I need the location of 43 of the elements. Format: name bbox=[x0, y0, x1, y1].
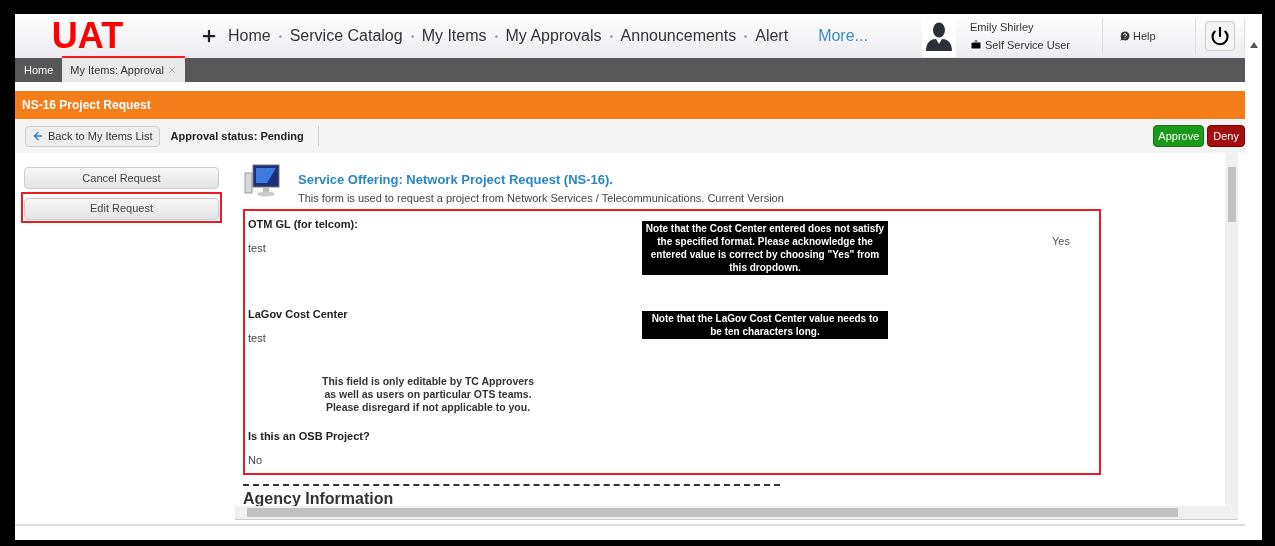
notice-text: This field is only editable by TC Approvers as well as users on particular OTS teams. Please disregard if not applicable to you. bbox=[321, 375, 535, 414]
validation-note: Note that the LaGov Cost Center value needs to be ten characters long. bbox=[642, 311, 888, 339]
field-label: Is this an OSB Project? bbox=[248, 430, 371, 443]
dropdown-value[interactable]: Yes bbox=[1052, 235, 1070, 247]
field-value: test bbox=[248, 242, 267, 255]
nav-link[interactable]: Alert bbox=[755, 24, 789, 48]
uat-logo: UAT bbox=[51, 18, 124, 54]
page-title: NS-16 Project Request bbox=[22, 97, 151, 114]
offering-title: Service Offering: Network Project Request (NS-16). bbox=[298, 171, 614, 189]
deny-button[interactable]: Deny bbox=[1207, 125, 1245, 147]
validation-note: Note that the Cost Center entered does not satisfy the specified format. Please acknowledge the entered value is correct by choosing "Yes" from this dropdown. bbox=[642, 221, 888, 275]
user-role: Self Service User bbox=[985, 38, 1070, 53]
field-label: OTM GL (for telcom): bbox=[248, 218, 359, 231]
power-button[interactable] bbox=[1205, 21, 1235, 51]
back-arrow-icon bbox=[32, 130, 44, 142]
nav-link[interactable]: My Items bbox=[421, 24, 487, 48]
scroll-up-icon[interactable] bbox=[1249, 42, 1258, 48]
side-button[interactable]: Edit Request bbox=[24, 197, 219, 220]
back-button[interactable]: Back to My Items List bbox=[25, 125, 160, 147]
nav-link[interactable]: My Approvals bbox=[505, 24, 602, 48]
approve-button[interactable]: Approve bbox=[1153, 125, 1205, 147]
field-value: No bbox=[248, 454, 264, 467]
add-icon[interactable] bbox=[200, 27, 218, 45]
horizontal-scrollbar[interactable] bbox=[235, 506, 1238, 519]
user-name[interactable]: Emily Shirley bbox=[970, 18, 1102, 35]
tab[interactable]: My Items: Approval bbox=[62, 56, 185, 82]
nav-link[interactable]: Announcements bbox=[620, 24, 737, 48]
nav-link[interactable]: Home bbox=[228, 24, 271, 48]
offering-description: This form is used to request a project from Network Services / Telecommunications. Current Version bbox=[298, 190, 784, 206]
side-button[interactable]: Cancel Request bbox=[24, 167, 219, 190]
approval-status: Approval status: Pending bbox=[170, 128, 304, 144]
field-value: test bbox=[248, 332, 267, 345]
computer-monitor-icon bbox=[243, 163, 283, 197]
field-label: LaGov Cost Center bbox=[248, 308, 349, 321]
briefcase-icon bbox=[970, 39, 982, 52]
person-silhouette-icon[interactable] bbox=[923, 20, 955, 52]
tab[interactable]: Home bbox=[15, 58, 63, 82]
power-icon bbox=[1210, 26, 1230, 46]
more-link[interactable]: More... bbox=[818, 24, 868, 48]
vertical-scrollbar[interactable] bbox=[1225, 153, 1238, 506]
nav-link[interactable]: Service Catalog bbox=[289, 24, 403, 48]
help-link[interactable]: Help bbox=[1103, 27, 1195, 45]
help-icon bbox=[1119, 30, 1131, 42]
